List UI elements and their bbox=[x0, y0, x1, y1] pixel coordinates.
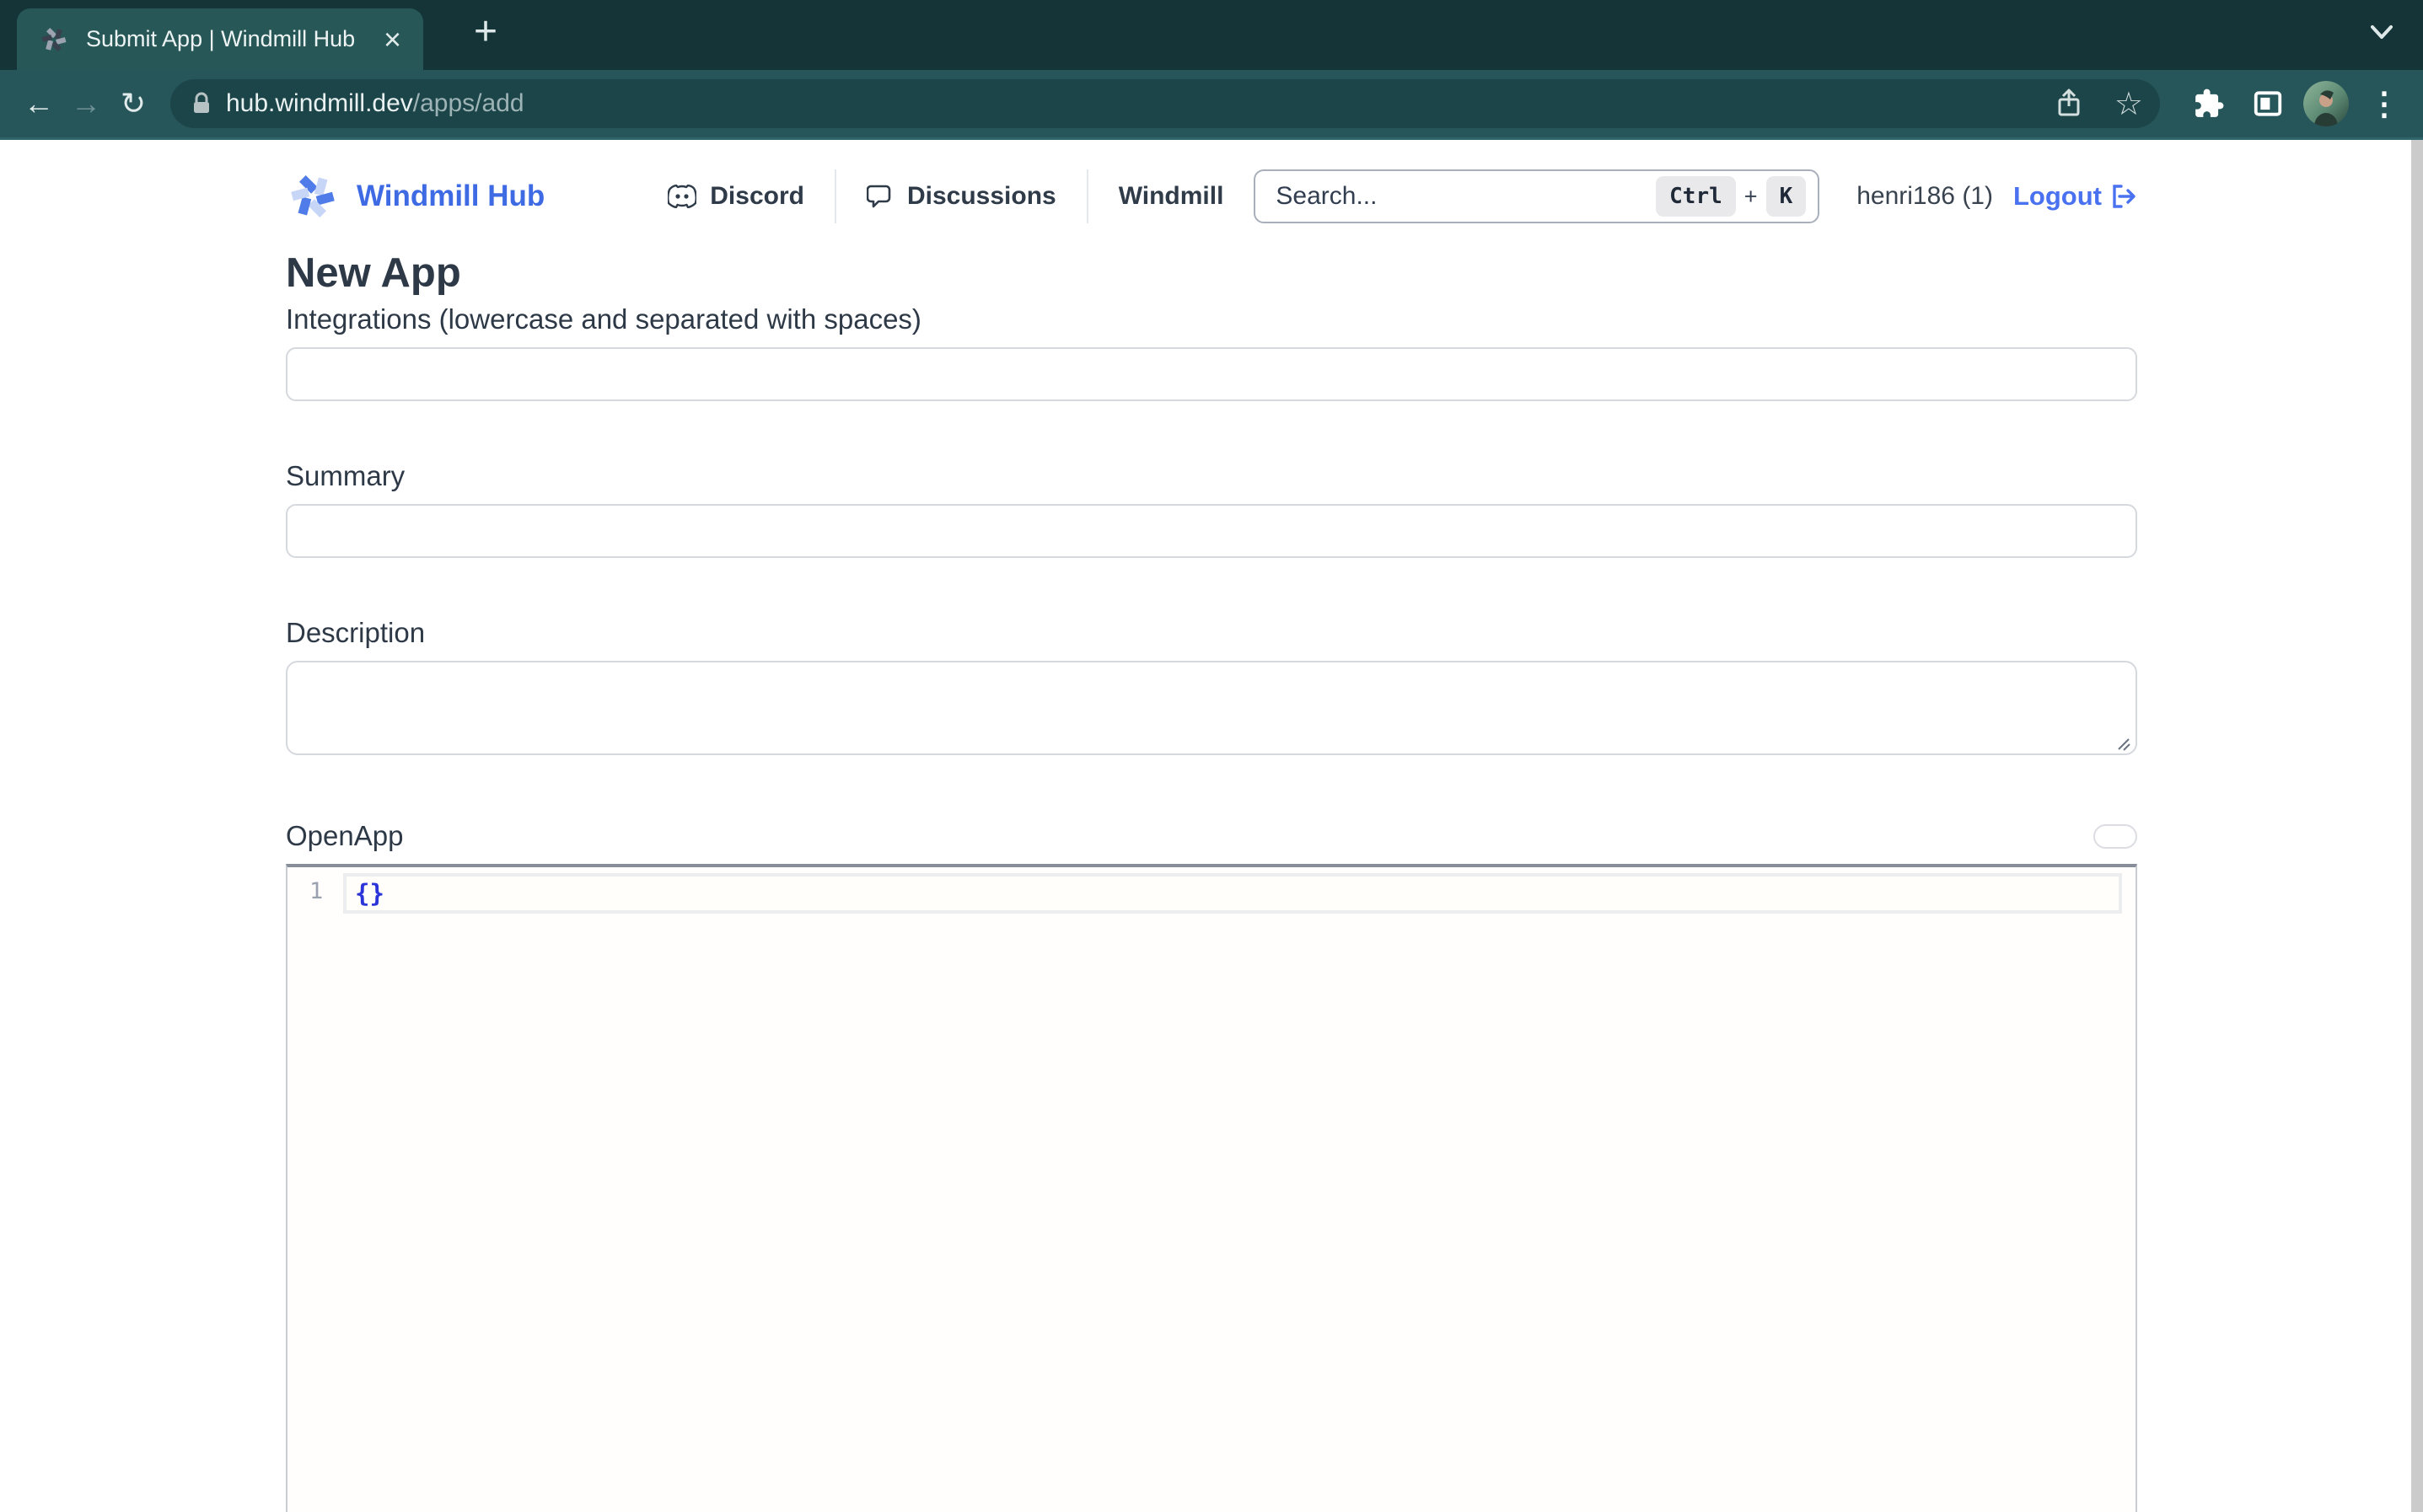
side-panel-icon[interactable] bbox=[2244, 80, 2291, 127]
site-header: Windmill Hub Discord Discussions bbox=[286, 167, 2137, 226]
main-nav: Discord Discussions Windmill bbox=[637, 169, 1254, 224]
windmill-favicon bbox=[39, 24, 69, 55]
reload-button[interactable]: ↻ bbox=[110, 80, 157, 127]
extensions-puzzle-icon[interactable] bbox=[2185, 80, 2232, 127]
user-block: henri186 (1) Logout bbox=[1856, 181, 2137, 212]
nav-label: Discussions bbox=[907, 182, 1056, 211]
tab-close-icon[interactable]: × bbox=[379, 24, 406, 55]
logout-label: Logout bbox=[2013, 181, 2102, 212]
search-box[interactable]: Ctrl + K bbox=[1254, 169, 1819, 223]
summary-label: Summary bbox=[286, 460, 2137, 492]
brand-link[interactable]: Windmill Hub bbox=[286, 169, 545, 223]
integrations-field: Integrations (lowercase and separated wi… bbox=[286, 303, 2137, 401]
browser-toolbar: ← → ↻ hub.windmill.dev/apps/add ☆ bbox=[0, 70, 2423, 140]
nav-label: Windmill bbox=[1119, 182, 1224, 211]
browser-tab[interactable]: Submit App | Windmill Hub × bbox=[17, 8, 423, 70]
description-field: Description bbox=[286, 617, 2137, 759]
address-bar[interactable]: hub.windmill.dev/apps/add ☆ bbox=[170, 79, 2160, 128]
kbd-k: K bbox=[1766, 176, 1807, 217]
discord-icon bbox=[668, 185, 696, 208]
new-tab-button[interactable]: + bbox=[462, 10, 509, 57]
profile-avatar[interactable] bbox=[2303, 81, 2349, 126]
windmill-logo bbox=[286, 169, 340, 223]
page-body: Windmill Hub Discord Discussions bbox=[0, 140, 2423, 1512]
integrations-label: Integrations (lowercase and separated wi… bbox=[286, 303, 2137, 335]
lock-icon bbox=[191, 91, 212, 116]
url-text: hub.windmill.dev/apps/add bbox=[226, 89, 524, 118]
description-label: Description bbox=[286, 617, 2137, 649]
summary-input[interactable] bbox=[286, 504, 2137, 558]
description-textarea[interactable] bbox=[286, 661, 2137, 755]
bookmark-star-icon[interactable]: ☆ bbox=[2114, 85, 2143, 123]
page-title: New App bbox=[286, 249, 2137, 297]
editor-code-text[interactable]: {} bbox=[347, 877, 2119, 910]
search-input[interactable] bbox=[1276, 182, 1656, 211]
nav-item-windmill[interactable]: Windmill bbox=[1088, 182, 1254, 211]
discussions-icon bbox=[867, 183, 894, 210]
forward-button: → bbox=[62, 80, 110, 127]
content-container: Windmill Hub Discord Discussions bbox=[286, 140, 2137, 1512]
chevron-down-icon[interactable] bbox=[2369, 24, 2394, 42]
nav-item-discussions[interactable]: Discussions bbox=[836, 182, 1087, 211]
openapp-label: OpenApp bbox=[286, 820, 403, 852]
kbd-ctrl: Ctrl bbox=[1656, 176, 1736, 217]
brand-title: Windmill Hub bbox=[357, 180, 545, 213]
openapp-header-row: OpenApp bbox=[286, 820, 2137, 852]
logout-link[interactable]: Logout bbox=[2013, 181, 2137, 212]
tab-title: Submit App | Windmill Hub bbox=[86, 26, 362, 52]
username-text: henri186 (1) bbox=[1856, 182, 1993, 211]
kbd-plus: + bbox=[1744, 184, 1758, 210]
resize-handle-icon[interactable] bbox=[2115, 736, 2130, 751]
integrations-input[interactable] bbox=[286, 347, 2137, 401]
summary-field: Summary bbox=[286, 460, 2137, 558]
share-icon[interactable] bbox=[2054, 88, 2084, 120]
nav-item-discord[interactable]: Discord bbox=[637, 182, 835, 211]
page-scrollbar[interactable] bbox=[2411, 140, 2423, 1512]
url-path: /apps/add bbox=[413, 89, 524, 117]
logout-icon bbox=[2110, 183, 2137, 210]
url-domain: hub.windmill.dev bbox=[226, 89, 413, 117]
openapp-code-editor[interactable]: 1 {} bbox=[286, 864, 2137, 1512]
openapp-toggle[interactable] bbox=[2093, 824, 2137, 849]
editor-active-line: {} bbox=[343, 873, 2122, 914]
nav-label: Discord bbox=[710, 182, 804, 211]
editor-line-number: 1 bbox=[309, 878, 323, 904]
browser-menu-icon[interactable]: ⋮ bbox=[2361, 80, 2408, 127]
browser-tab-strip: Submit App | Windmill Hub × + bbox=[0, 0, 2423, 70]
back-button[interactable]: ← bbox=[15, 80, 62, 127]
